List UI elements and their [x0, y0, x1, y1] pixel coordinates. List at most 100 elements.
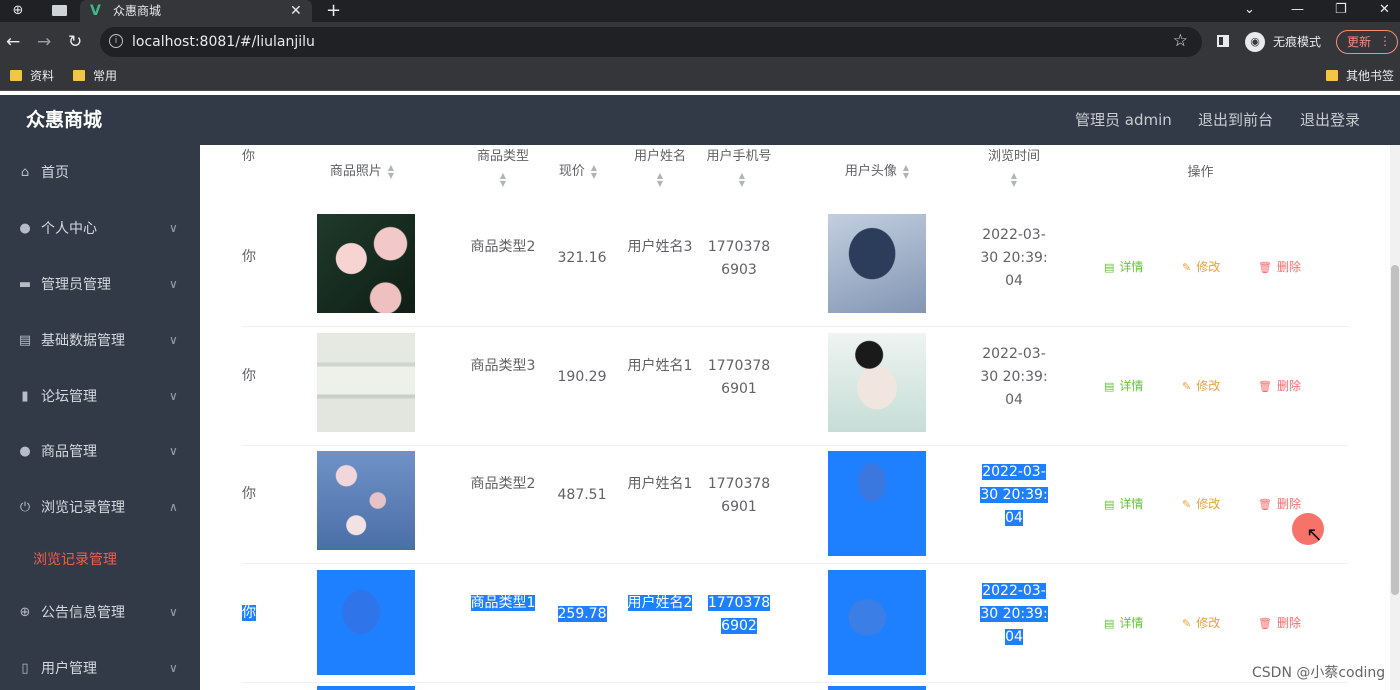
selected-text: 259.78 — [557, 606, 607, 622]
user-avatar — [828, 570, 926, 675]
reload-icon[interactable]: ↻ — [68, 32, 82, 52]
sort-icon[interactable]: ▲ ▼ — [1011, 171, 1017, 188]
document-icon: ▤ — [1104, 617, 1115, 630]
edit-button[interactable]: ✎ 修改 — [1182, 496, 1220, 513]
browser-tab[interactable]: V 众惠商城 ✕ — [80, 0, 312, 22]
edit-label: 修改 — [1196, 379, 1221, 393]
table-row[interactable]: 你 商品类型2 487.51 用户姓名1 17703786901 2022-03… — [242, 445, 1348, 564]
delete-button[interactable]: 🗑 删除 — [1258, 615, 1301, 632]
window-close-icon[interactable]: ✕ — [1379, 0, 1390, 22]
window-icon[interactable] — [52, 5, 67, 16]
globe-icon[interactable]: ⊕ — [10, 3, 26, 19]
sidebar-item-home[interactable]: ⌂ 首页 — [0, 153, 200, 193]
table-row[interactable]: 你 商品类型3 190.29 用户姓名1 17703786901 2022-03… — [242, 327, 1348, 446]
sidebar-item-basic-data[interactable]: ▤ 基础数据管理 ∨ — [0, 321, 200, 361]
header-label: 用户姓名 — [633, 149, 686, 164]
sidebar-item-browse-records[interactable]: ⏻ 浏览记录管理 ∧ — [0, 488, 200, 528]
sort-icon[interactable]: ▲ ▼ — [500, 171, 506, 188]
delete-button[interactable]: 🗑 删除 — [1258, 259, 1301, 276]
star-icon[interactable]: ☆ — [1173, 31, 1188, 51]
document-icon: ▤ — [1104, 498, 1115, 511]
edit-icon: ✎ — [1182, 261, 1192, 274]
sidebar-item-admins[interactable]: ▬ 管理员管理 ∨ — [0, 265, 200, 305]
name-cell: 你 — [242, 486, 256, 502]
bookmark-label: 其他书签 — [1346, 69, 1395, 83]
bookmarks-bar: 资料 常用 其他书签 — [0, 62, 1400, 91]
scrollbar-thumb[interactable] — [1391, 265, 1399, 595]
time-cell: 2022-03-30 20:39:04 — [980, 580, 1048, 649]
sort-icon[interactable]: ▲ ▼ — [657, 171, 663, 188]
delete-button[interactable]: 🗑 删除 — [1258, 378, 1301, 395]
delete-label: 删除 — [1276, 379, 1301, 393]
restore-icon[interactable]: ❐ — [1335, 0, 1347, 22]
sidepanel-icon[interactable] — [1217, 35, 1229, 47]
forward-icon[interactable]: → — [37, 32, 51, 52]
edit-button[interactable]: ✎ 修改 — [1182, 378, 1220, 395]
column-header-type[interactable]: 商品类型 ▲ ▼ — [468, 145, 538, 191]
folder-icon — [73, 70, 85, 81]
name-cell: 你 — [242, 602, 262, 625]
sidebar-item-notices[interactable]: ⊕ 公告信息管理 ∨ — [0, 593, 200, 633]
table-row[interactable]: 你 商品类型1 259.78 用户姓名2 17703786902 2022-03… — [242, 564, 1348, 683]
url-field[interactable]: i localhost:8081/#/liulanjilu ☆ — [100, 27, 1202, 57]
compass-icon: ⊕ — [19, 605, 31, 620]
price-cell: 321.16 — [557, 250, 607, 266]
detail-button[interactable]: ▤ 详情 — [1104, 259, 1143, 276]
column-header-time[interactable]: 浏览时间 ▲ ▼ — [976, 145, 1052, 191]
table-row[interactable]: 你 商品类型2 321.16 用户姓名3 17703786903 2022-03… — [242, 208, 1348, 327]
user-avatar — [828, 686, 926, 690]
sort-icon[interactable]: ▲ ▼ — [388, 163, 394, 180]
clipboard-icon: ▤ — [18, 333, 32, 348]
detail-label: 详情 — [1119, 497, 1144, 511]
sort-icon[interactable]: ▲ ▼ — [903, 163, 909, 180]
detail-button[interactable]: ▤ 详情 — [1104, 496, 1143, 513]
update-button[interactable]: 更新 ⋮ — [1336, 30, 1398, 54]
admin-label: 管理员 admin — [1075, 111, 1172, 129]
info-icon[interactable]: i — [109, 34, 123, 48]
chevron-down-icon: ∨ — [169, 333, 178, 347]
detail-button[interactable]: ▤ 详情 — [1104, 615, 1143, 632]
url-text[interactable]: localhost:8081/#/liulanjilu — [132, 33, 315, 51]
edit-button[interactable]: ✎ 修改 — [1182, 259, 1220, 276]
column-header-phone[interactable]: 用户手机号 ▲ ▼ — [704, 145, 774, 191]
address-bar: ← → ↻ i localhost:8081/#/liulanjilu ☆ ◉ … — [0, 22, 1400, 62]
column-header-photo[interactable]: 商品照片 ▲ ▼ — [302, 160, 422, 183]
sidebar-item-forum[interactable]: ▮ 论坛管理 ∨ — [0, 377, 200, 417]
phone-cell: 17703786903 — [707, 239, 771, 278]
minimize-icon[interactable]: — — [1291, 0, 1304, 22]
sidebar-item-goods[interactable]: ● 商品管理 ∨ — [0, 432, 200, 472]
incognito-icon[interactable]: ◉ — [1245, 32, 1265, 52]
sidebar: ⌂ 首页 ● 个人中心 ∨ ▬ 管理员管理 ∨ ▤ 基础数据管理 ∨ ▮ 论坛管… — [0, 145, 200, 690]
selected-text: 用户姓名2 — [627, 595, 693, 611]
delete-button[interactable]: 🗑 删除 — [1258, 496, 1301, 513]
sort-icon[interactable]: ▲ ▼ — [591, 163, 597, 180]
trash-icon: 🗑 — [1258, 380, 1272, 393]
selected-text: 2022-03-30 20:39:04 — [980, 583, 1048, 645]
column-header-name[interactable]: 你 — [242, 145, 262, 168]
new-tab-icon[interactable]: + — [326, 0, 341, 22]
detail-label: 详情 — [1119, 616, 1144, 630]
column-header-price[interactable]: 现价 ▲ ▼ — [547, 160, 609, 183]
back-icon[interactable]: ← — [6, 32, 20, 52]
sidebar-item-label: 公告信息管理 — [41, 605, 125, 621]
sidebar-subitem-browse-records[interactable]: 浏览记录管理 — [0, 540, 200, 580]
edit-button[interactable]: ✎ 修改 — [1182, 615, 1220, 632]
front-link[interactable]: 退出到前台 — [1198, 110, 1273, 130]
column-header-user-name[interactable]: 用户姓名 ▲ ▼ — [625, 145, 695, 191]
update-label: 更新 — [1347, 35, 1372, 49]
menu-dots-icon[interactable]: ⋮ — [1379, 33, 1391, 49]
sidebar-subitem-label: 浏览记录管理 — [33, 552, 117, 568]
edit-label: 修改 — [1196, 497, 1221, 511]
vue-icon: V — [90, 3, 101, 19]
time-cell: 2022-03-30 20:39:04 — [980, 461, 1048, 530]
logout-link[interactable]: 退出登录 — [1300, 110, 1360, 130]
chevron-down-icon[interactable]: ⌄ — [1244, 0, 1255, 22]
sidebar-item-profile[interactable]: ● 个人中心 ∨ — [0, 209, 200, 249]
sort-icon[interactable]: ▲ ▼ — [739, 171, 745, 188]
sidebar-item-users[interactable]: ▯ 用户管理 ∨ — [0, 649, 200, 689]
header-label: 现价 — [558, 164, 585, 179]
selected-text: 商品类型1 — [470, 595, 536, 611]
column-header-avatar[interactable]: 用户头像 ▲ ▼ — [822, 160, 932, 183]
close-icon[interactable]: ✕ — [290, 2, 302, 20]
detail-button[interactable]: ▤ 详情 — [1104, 378, 1143, 395]
